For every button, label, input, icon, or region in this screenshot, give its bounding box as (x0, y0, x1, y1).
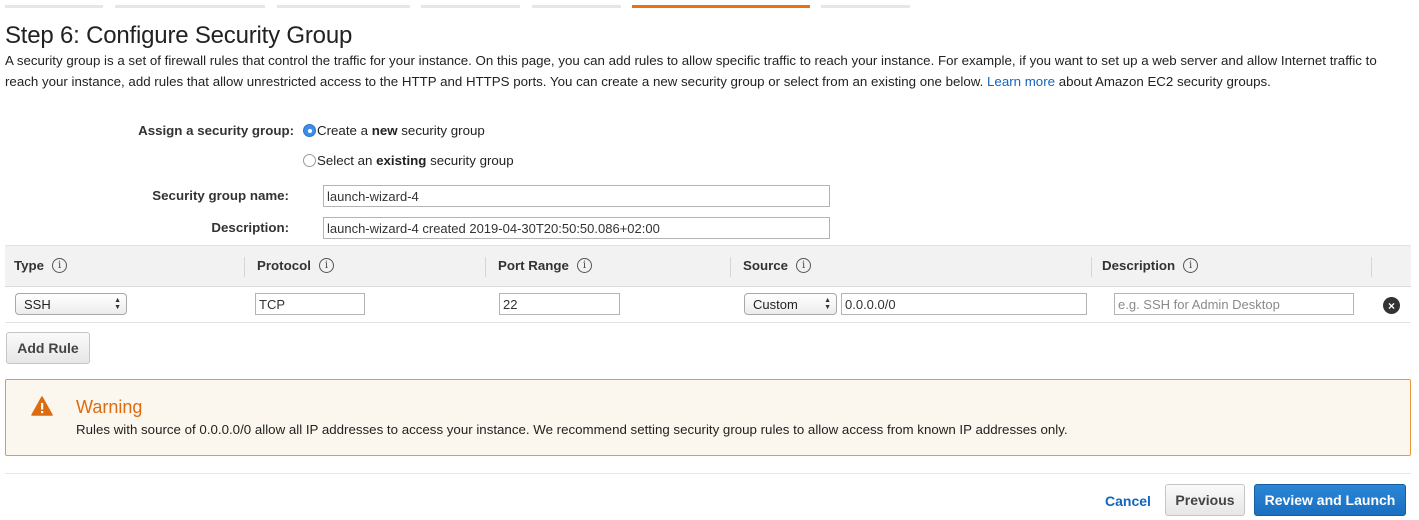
column-header-description: Description i (1102, 258, 1199, 273)
table-row: SSH ▲▼ Custom ▲▼ × (5, 287, 1411, 323)
column-header-port-range: Port Range i (498, 258, 592, 273)
protocol-input[interactable] (255, 293, 365, 315)
column-header-protocol: Protocol i (257, 258, 334, 273)
radio-button[interactable] (303, 154, 316, 167)
column-divider (1091, 257, 1092, 277)
source-select[interactable]: Custom ▲ ▼ (744, 293, 837, 315)
column-divider (730, 257, 731, 277)
radio-button-checked[interactable] (303, 124, 316, 137)
remove-rule-icon[interactable]: × (1383, 297, 1400, 314)
assign-security-group-label: Assign a security group: (138, 123, 294, 138)
column-divider (1371, 257, 1372, 277)
radio-label: Select an existing security group (317, 153, 514, 168)
select-arrows-icon: ▲ ▼ (114, 297, 121, 311)
select-arrows-icon: ▲ ▼ (824, 297, 831, 311)
column-header-type: Type i (14, 258, 68, 273)
wizard-step-tabs (0, 0, 1419, 10)
column-divider (244, 257, 245, 277)
step-tab[interactable] (421, 5, 520, 8)
info-icon[interactable]: i (1183, 258, 1199, 273)
source-cidr-input[interactable] (841, 293, 1087, 315)
warning-triangle-icon (31, 396, 53, 416)
previous-button[interactable]: Previous (1165, 484, 1245, 516)
warning-alert: Warning Rules with source of 0.0.0.0/0 a… (5, 379, 1411, 456)
description-label: Description: (211, 220, 289, 235)
step-tab[interactable] (821, 5, 910, 8)
cancel-button[interactable]: Cancel (1100, 485, 1156, 517)
review-and-launch-button[interactable]: Review and Launch (1254, 484, 1406, 516)
column-divider (485, 257, 486, 277)
step-tab[interactable] (277, 5, 410, 8)
learn-more-link[interactable]: Learn more (987, 74, 1055, 89)
warning-message: Rules with source of 0.0.0.0/0 allow all… (76, 422, 1068, 437)
port-range-input[interactable] (499, 293, 620, 315)
rule-description-input[interactable] (1114, 293, 1354, 315)
security-group-name-input[interactable] (323, 185, 830, 207)
step-tab-active[interactable] (632, 5, 810, 8)
step-tab[interactable] (115, 5, 265, 8)
footer-divider (5, 473, 1411, 474)
column-header-source: Source i (743, 258, 812, 273)
intro-tail: about Amazon EC2 security groups. (1058, 73, 1271, 89)
info-icon[interactable]: i (52, 258, 68, 273)
description-input[interactable] (323, 217, 830, 239)
add-rule-button[interactable]: Add Rule (6, 332, 90, 364)
info-icon[interactable]: i (318, 258, 334, 273)
type-select[interactable]: SSH ▲ ▼ (15, 293, 127, 315)
page-title: Step 6: Configure Security Group (5, 22, 353, 49)
rules-table-header: Type i Protocol i Port Range i Source i … (5, 245, 1411, 287)
security-group-name-label: Security group name: (152, 188, 289, 203)
step-tab[interactable] (532, 5, 621, 8)
info-icon[interactable]: i (576, 258, 592, 273)
radio-create-new[interactable]: Create a new security group (303, 123, 485, 138)
intro-paragraph: A security group is a set of firewall ru… (5, 51, 1413, 92)
info-icon[interactable]: i (796, 258, 812, 273)
radio-select-existing[interactable]: Select an existing security group (303, 153, 514, 168)
step-tab[interactable] (5, 5, 103, 8)
radio-label: Create a new security group (317, 123, 485, 138)
warning-title: Warning (76, 397, 143, 417)
